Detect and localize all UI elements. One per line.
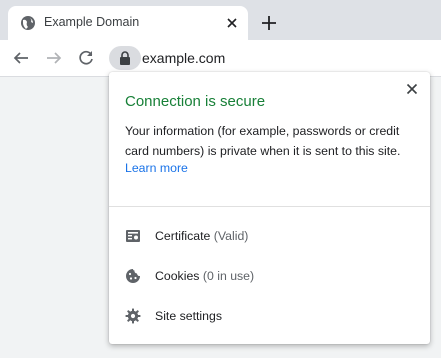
- cookie-icon: [126, 269, 140, 283]
- address-bar[interactable]: example.com: [108, 44, 441, 72]
- certificate-icon: [126, 230, 140, 242]
- url-text[interactable]: example.com: [142, 50, 225, 66]
- close-icon[interactable]: [224, 15, 240, 31]
- site-settings-row[interactable]: Site settings: [109, 296, 430, 336]
- tab-strip: Example Domain: [0, 0, 441, 40]
- globe-icon: [21, 16, 35, 30]
- certificate-row[interactable]: Certificate (Valid): [109, 216, 430, 256]
- certificate-status: (Valid): [213, 229, 249, 243]
- connection-description: Your information (for example, passwords…: [125, 124, 401, 158]
- lock-icon: [120, 51, 130, 65]
- plus-icon[interactable]: [260, 14, 278, 32]
- site-info-button[interactable]: [109, 46, 141, 70]
- tab-title: Example Domain: [44, 15, 140, 29]
- close-icon[interactable]: [404, 81, 420, 97]
- certificate-label: Certificate (Valid): [155, 229, 249, 243]
- forward-arrow-icon[interactable]: [45, 49, 63, 67]
- browser-tab[interactable]: Example Domain: [8, 6, 248, 40]
- cookies-row[interactable]: Cookies (0 in use): [109, 256, 430, 296]
- gear-icon: [125, 308, 141, 324]
- site-info-popup: Connection is secure Your information (f…: [109, 72, 430, 344]
- reload-icon[interactable]: [77, 49, 95, 67]
- site-settings-label: Site settings: [155, 309, 222, 323]
- connection-status-title: Connection is secure: [125, 93, 266, 110]
- cookies-status: (0 in use): [202, 269, 255, 283]
- back-arrow-icon[interactable]: [12, 49, 30, 67]
- cookies-label: Cookies (0 in use): [155, 269, 255, 283]
- divider: [109, 206, 430, 207]
- learn-more-link[interactable]: Learn more: [125, 161, 188, 175]
